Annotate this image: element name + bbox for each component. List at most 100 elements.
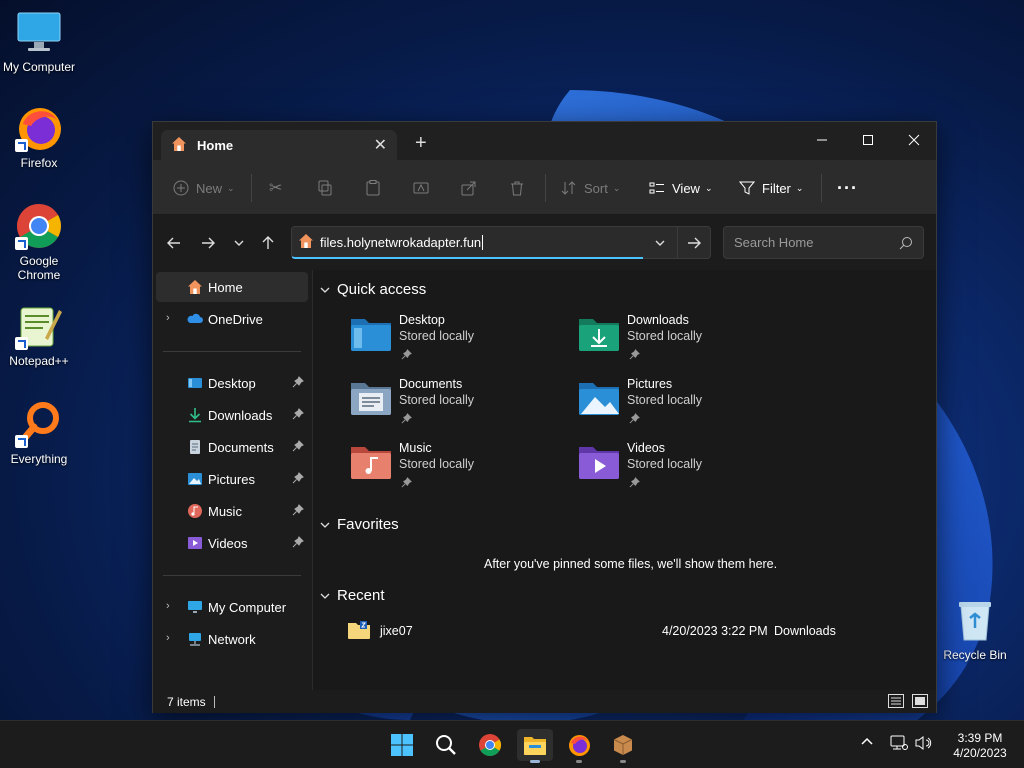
sidebar-item-pictures[interactable]: Pictures	[156, 464, 308, 494]
minimize-button[interactable]	[799, 126, 845, 154]
taskbar-chrome-button[interactable]	[472, 729, 508, 761]
sidebar-divider	[163, 575, 301, 576]
sort-icon	[561, 181, 576, 195]
search-icon	[899, 236, 912, 249]
clock[interactable]: 3:39 PM 4/20/2023	[940, 731, 1020, 761]
sidebar-item-network[interactable]: › Network	[156, 624, 308, 654]
paste-button[interactable]	[365, 176, 388, 200]
chevron-right-icon[interactable]: ›	[166, 600, 170, 612]
address-dropdown-button[interactable]	[643, 226, 677, 259]
monitor-icon	[15, 8, 63, 56]
maximize-button[interactable]	[845, 126, 891, 154]
cut-button[interactable]: ✂	[269, 176, 282, 200]
start-button[interactable]	[384, 729, 420, 761]
tab-home[interactable]: Home ✕	[161, 130, 397, 160]
network-status-button[interactable]	[890, 735, 908, 756]
command-bar: New ⌄ ✂ Sort ⌄ View ⌄ Filter ⌄ ···	[153, 160, 936, 215]
close-window-button[interactable]	[891, 126, 937, 154]
details-view-button[interactable]	[888, 694, 904, 711]
section-quick-access[interactable]: Quick access	[319, 281, 426, 298]
quick-access-pictures[interactable]: Pictures Stored locally	[577, 377, 777, 433]
sidebar-item-documents[interactable]: Documents	[156, 432, 308, 462]
show-hidden-icons-button[interactable]	[860, 735, 874, 754]
taskbar-search-button[interactable]	[428, 729, 464, 761]
pin-icon[interactable]	[292, 536, 304, 551]
documents-icon	[187, 439, 203, 455]
shortcut-arrow-icon	[15, 139, 28, 152]
desktop-icon-label: Google Chrome	[17, 254, 61, 282]
desktop-icon-label: Firefox	[20, 156, 58, 170]
delete-button[interactable]	[509, 176, 532, 200]
pin-icon[interactable]	[292, 504, 304, 519]
quick-access-desktop[interactable]: Desktop Stored locally	[349, 313, 549, 369]
go-button[interactable]	[677, 226, 711, 259]
tile-status: Stored locally	[627, 457, 703, 471]
onedrive-icon	[187, 311, 203, 327]
tiles-view-button[interactable]	[912, 694, 928, 711]
section-favorites[interactable]: Favorites	[319, 516, 399, 533]
view-button[interactable]: View ⌄	[649, 176, 713, 200]
taskbar-firefox-button[interactable]	[561, 729, 597, 763]
pin-icon[interactable]	[292, 408, 304, 423]
sidebar-item-label: My Computer	[208, 599, 287, 615]
toolbar-divider	[821, 174, 822, 202]
taskbar-file-explorer-button[interactable]	[517, 729, 553, 763]
clock-date: 4/20/2023	[953, 746, 1007, 760]
new-tab-button[interactable]: +	[415, 132, 427, 155]
pin-icon[interactable]	[292, 440, 304, 455]
desktop-icon-firefox[interactable]: Firefox	[0, 104, 78, 170]
filter-button[interactable]: Filter ⌄	[739, 176, 803, 200]
chevron-down-icon	[320, 287, 330, 293]
chevron-right-icon[interactable]: ›	[166, 312, 170, 324]
recent-locations-button[interactable]	[229, 233, 249, 253]
forward-button[interactable]	[198, 233, 218, 253]
rename-button[interactable]	[413, 176, 436, 200]
section-recent[interactable]: Recent	[319, 587, 385, 604]
search-box[interactable]: Search Home	[723, 226, 924, 259]
sidebar-item-videos[interactable]: Videos	[156, 528, 308, 558]
share-button[interactable]	[461, 176, 484, 200]
chevron-right-icon[interactable]: ›	[166, 632, 170, 644]
pin-icon[interactable]	[292, 376, 304, 391]
sidebar-item-desktop[interactable]: Desktop	[156, 368, 308, 398]
home-icon	[171, 136, 187, 155]
music-folder-icon	[351, 447, 391, 479]
pictures-icon	[187, 471, 203, 487]
sort-button[interactable]: Sort ⌄	[561, 176, 620, 200]
home-icon	[298, 233, 314, 252]
more-options-button[interactable]: ···	[837, 176, 858, 200]
network-icon	[187, 631, 203, 647]
taskbar: 3:39 PM 4/20/2023	[0, 720, 1024, 768]
sidebar-item-home[interactable]: Home	[156, 272, 308, 302]
sidebar-item-label: Documents	[208, 439, 274, 455]
sidebar-item-downloads[interactable]: Downloads	[156, 400, 308, 430]
taskbar-package-app-button[interactable]	[605, 729, 641, 763]
recent-file-row[interactable]: jixe07 4/20/2023 3:22 PM Downloads	[313, 618, 936, 644]
zip-folder-icon	[347, 620, 371, 643]
up-button[interactable]	[258, 233, 278, 253]
desktop-icon-everything[interactable]: Everything	[0, 400, 78, 466]
quick-access-videos[interactable]: Videos Stored locally	[577, 441, 777, 497]
desktop-icon-google-chrome[interactable]: Google Chrome	[0, 202, 78, 282]
sidebar-item-my-computer[interactable]: › My Computer	[156, 592, 308, 622]
new-button[interactable]: New ⌄	[173, 176, 235, 200]
speaker-icon	[915, 736, 932, 750]
desktop-icon-recycle-bin[interactable]: Recycle Bin	[936, 596, 1014, 662]
sidebar-item-onedrive[interactable]: › OneDrive	[156, 304, 308, 334]
quick-access-downloads[interactable]: Downloads Stored locally	[577, 313, 777, 369]
back-button[interactable]	[164, 233, 184, 253]
quick-access-documents[interactable]: Documents Stored locally	[349, 377, 549, 433]
chevron-up-icon	[861, 737, 873, 745]
close-tab-icon[interactable]: ✕	[374, 135, 387, 155]
sidebar-item-music[interactable]: Music	[156, 496, 308, 526]
quick-access-music[interactable]: Music Stored locally	[349, 441, 549, 497]
desktop-icon-notepadpp[interactable]: Notepad++	[0, 302, 78, 368]
status-separator	[213, 695, 215, 708]
volume-button[interactable]	[915, 735, 933, 756]
desktop-icon-my-computer[interactable]: My Computer	[0, 8, 78, 74]
pin-icon[interactable]	[292, 472, 304, 487]
shortcut-arrow-icon	[15, 337, 28, 350]
chevron-down-icon	[320, 522, 330, 528]
copy-button[interactable]	[317, 176, 340, 200]
tile-name: Documents	[399, 377, 463, 391]
